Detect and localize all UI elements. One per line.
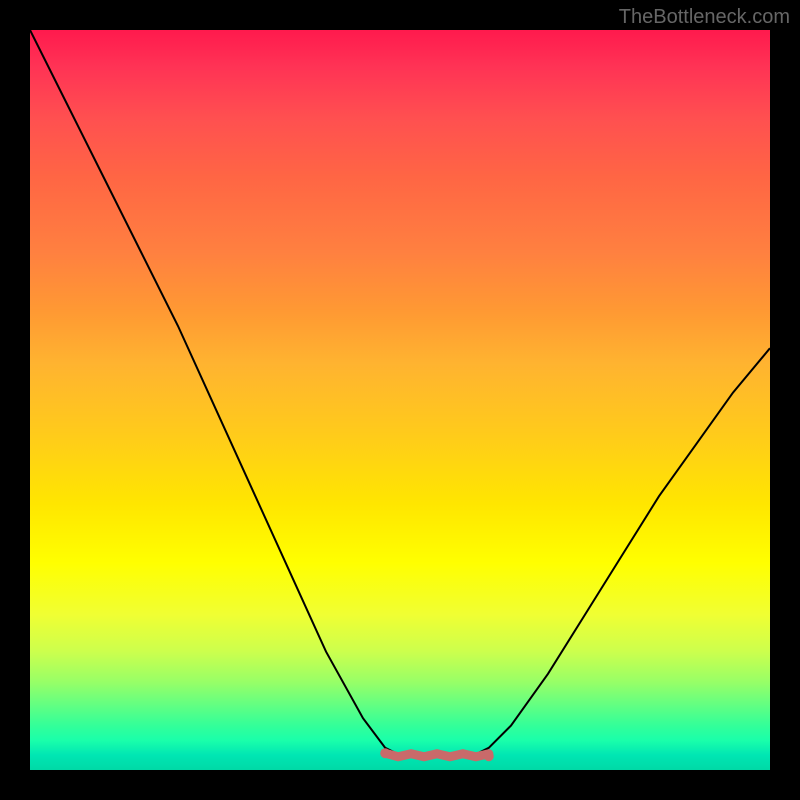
chart-container: TheBottleneck.com	[0, 0, 800, 800]
plot-area	[30, 30, 770, 770]
chart-svg	[30, 30, 770, 770]
flat-segment-endpoint	[380, 748, 390, 758]
bottleneck-curve	[30, 30, 770, 755]
flat-segment-highlight	[385, 753, 489, 757]
flat-segment-endpoint	[484, 751, 494, 761]
watermark-text: TheBottleneck.com	[619, 6, 790, 29]
